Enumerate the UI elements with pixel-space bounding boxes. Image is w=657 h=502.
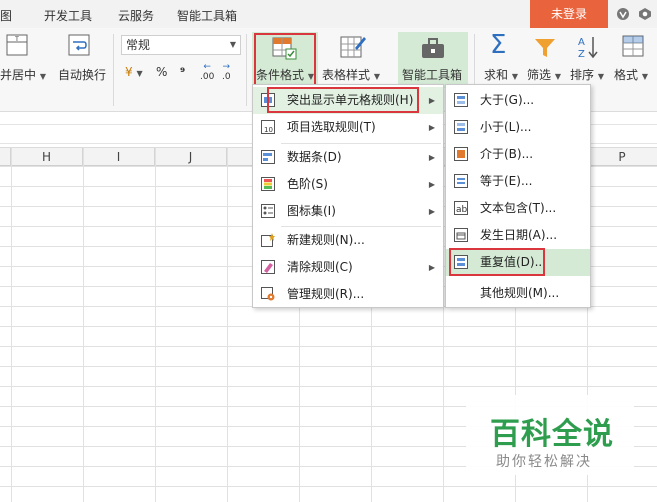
submenu-item-between[interactable]: 介于(B)... [446, 141, 590, 168]
grid-line [155, 148, 156, 502]
menu-tab-bar: 图 开发工具 云服务 智能工具箱 未登录 [0, 0, 657, 28]
icon-set-icon [261, 204, 275, 218]
submenu-item-text-contains[interactable]: ab 文本包含(T)... [446, 195, 590, 222]
menu-item-data-bars[interactable]: 数据条(D) ▶ [253, 144, 443, 171]
column-header-h[interactable]: H [11, 148, 83, 166]
merge-center-icon: T [6, 34, 28, 56]
submenu-item-greater-than[interactable]: 大于(G)... [446, 87, 590, 114]
submenu-arrow-icon: ▶ [428, 153, 435, 162]
menu-item-new-rule[interactable]: 新建规则(N)... [253, 227, 443, 254]
grid-line [227, 148, 228, 502]
between-icon [454, 147, 468, 161]
tab-developer[interactable]: 开发工具 [44, 7, 92, 24]
menu-item-clear-rule[interactable]: 清除规则(C) ▶ [253, 254, 443, 281]
submenu-item-other-rules[interactable]: 其他规则(M)... [446, 280, 590, 307]
menu-item-color-scale[interactable]: 色阶(S) ▶ [253, 171, 443, 198]
format-icon [622, 35, 644, 57]
color-scale-icon [261, 177, 275, 191]
column-header-j[interactable]: J [155, 148, 227, 166]
auto-wrap-icon [68, 34, 90, 56]
less-than-icon [454, 120, 468, 134]
equal-to-icon [454, 174, 468, 188]
clear-rule-icon [261, 260, 275, 274]
submenu-item-equal-to[interactable]: 等于(E)... [446, 168, 590, 195]
spreadsheet-app: 图 开发工具 云服务 智能工具箱 未登录 T 并居中 ▼ 自动换行 常规 ▼ ¥… [0, 0, 657, 502]
menu-item-top-bottom[interactable]: 10 项目选取规则(T) ▶ [253, 114, 443, 141]
svg-text:T: T [14, 36, 19, 43]
svg-text:10: 10 [264, 126, 273, 134]
duplicate-values-red-box [449, 248, 545, 276]
data-bars-icon [261, 150, 275, 164]
new-rule-icon [261, 233, 275, 247]
grid-line [83, 148, 84, 502]
sum-button[interactable]: 求和 ▼ [484, 66, 518, 83]
tab-view[interactable]: 图 [0, 7, 12, 24]
submenu-arrow-icon: ▶ [428, 207, 435, 216]
merge-center-button[interactable]: 并居中 ▼ [0, 66, 46, 83]
top-bottom-icon: 10 [261, 120, 275, 134]
watermark-subtitle: 助你轻松解决 [496, 454, 592, 470]
submenu-arrow-icon: ▶ [428, 180, 435, 189]
submenu-arrow-icon: ▶ [428, 123, 435, 132]
highlight-rule-red-box [267, 87, 419, 113]
menu-item-icon-set[interactable]: 图标集(I) ▶ [253, 198, 443, 225]
date-occurring-icon [454, 228, 468, 242]
sort-button[interactable]: 排序 ▼ [570, 66, 604, 83]
watermark: 百科全说 助你轻松解决 [466, 395, 634, 475]
conditional-format-button[interactable]: 条件格式 ▼ [256, 66, 314, 83]
svg-text:A: A [578, 37, 585, 48]
column-header-p[interactable]: P [587, 148, 657, 166]
submenu-item-less-than[interactable]: 小于(L)... [446, 114, 590, 141]
number-format-select[interactable]: 常规 ▼ [121, 35, 241, 55]
skin-icon[interactable] [616, 7, 630, 21]
sort-icon: A Z [578, 37, 598, 60]
settings-icon[interactable] [638, 7, 652, 21]
column-header-i[interactable]: I [83, 148, 155, 166]
sum-icon: Σ [490, 30, 507, 60]
increase-decimal-button[interactable]: ← .00 [200, 62, 214, 82]
tab-smart-toolbox[interactable]: 智能工具箱 [177, 7, 237, 24]
tab-cloud[interactable]: 云服务 [118, 7, 154, 24]
comma-style-button[interactable]: ⁹ [180, 65, 185, 79]
svg-text:Z: Z [578, 49, 585, 60]
login-button[interactable]: 未登录 [530, 0, 608, 28]
decrease-decimal-button[interactable]: → .0 [222, 62, 231, 82]
menu-item-manage-rule[interactable]: 管理规则(R)... [253, 281, 443, 308]
table-style-icon [340, 36, 366, 58]
currency-format-button[interactable]: ¥ ▼ [125, 65, 143, 79]
svg-text:ab: ab [456, 205, 468, 215]
percent-button[interactable]: % [156, 65, 167, 79]
ribbon-separator [113, 34, 114, 106]
manage-rule-icon [261, 287, 275, 301]
conditional-format-icon [272, 37, 297, 60]
grid-line [11, 148, 12, 502]
filter-button[interactable]: 筛选 ▼ [527, 66, 561, 83]
ribbon-separator [246, 34, 247, 106]
toolbox-icon [422, 38, 444, 58]
table-style-button[interactable]: 表格样式 ▼ [322, 66, 380, 83]
submenu-arrow-icon: ▶ [428, 263, 435, 272]
conditional-format-menu: 突出显示单元格规则(H) ▶ 10 项目选取规则(T) ▶ 数据条(D) ▶ 色… [252, 84, 444, 308]
auto-wrap-button[interactable]: 自动换行 [58, 66, 106, 83]
watermark-title: 百科全说 [490, 417, 614, 452]
format-button[interactable]: 格式 ▼ [614, 66, 648, 83]
smart-toolbox-button[interactable]: 智能工具箱 [402, 66, 462, 83]
submenu-item-date-occurring[interactable]: 发生日期(A)... [446, 222, 590, 249]
text-contains-icon: ab [454, 201, 468, 215]
greater-than-icon [454, 93, 468, 107]
filter-icon [535, 39, 555, 57]
column-header[interactable] [0, 148, 11, 166]
submenu-arrow-icon: ▶ [428, 96, 435, 105]
